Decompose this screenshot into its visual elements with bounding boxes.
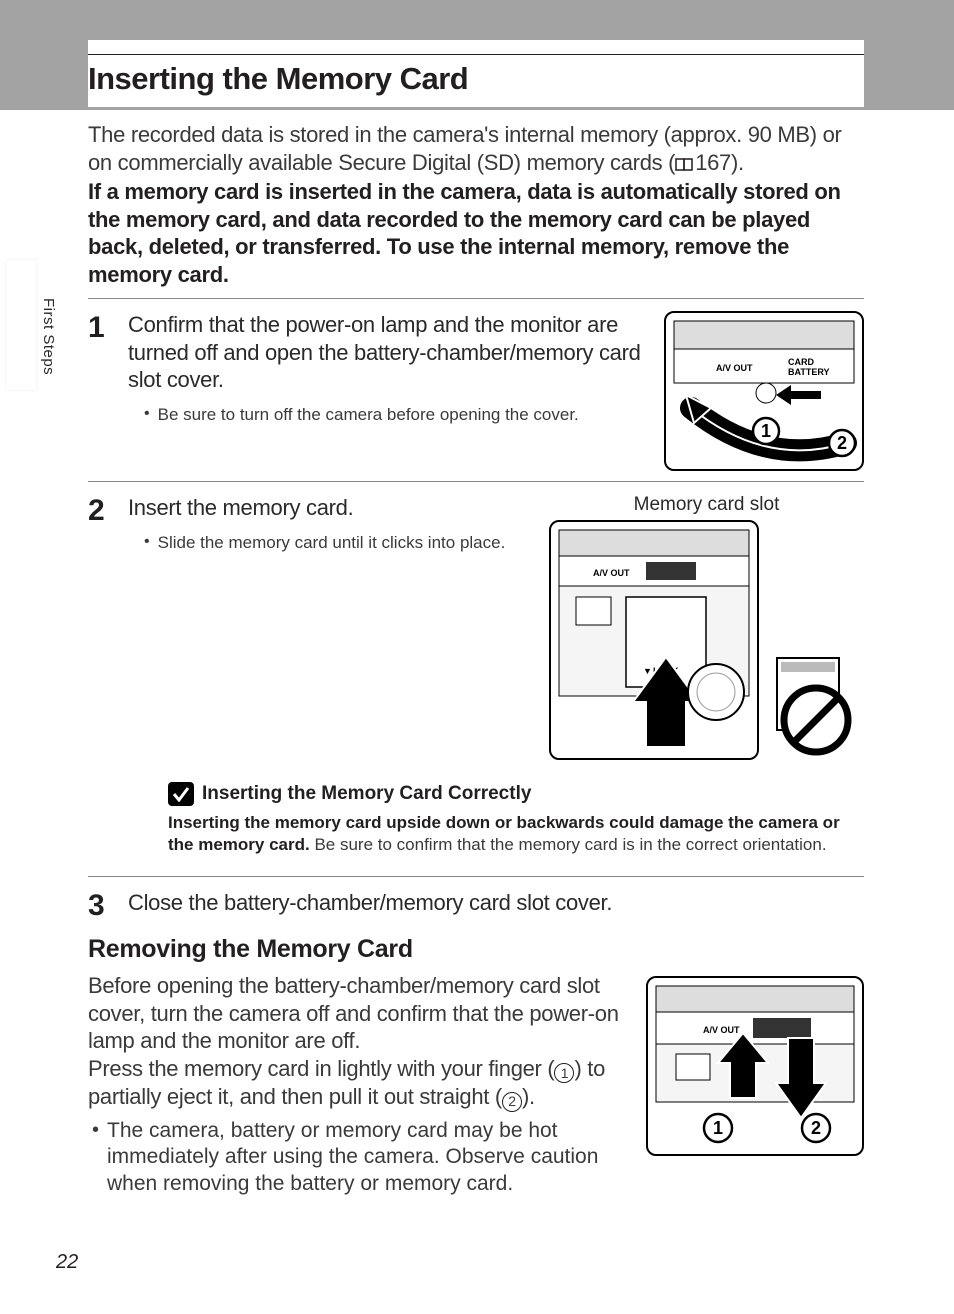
svg-text:2: 2 — [837, 433, 847, 453]
svg-text:2: 2 — [811, 1118, 821, 1138]
step-1: 1 Confirm that the power-on lamp and the… — [88, 311, 864, 471]
intro-paragraph: The recorded data is stored in the camer… — [88, 121, 864, 176]
illustration-remove-card: A/V OUT 1 2 — [646, 976, 864, 1156]
step-3-heading: Close the battery-chamber/memory card sl… — [128, 889, 864, 917]
section-title: Inserting the Memory Card — [88, 61, 488, 97]
removing-para-1: Before opening the battery-chamber/memor… — [88, 972, 626, 1055]
step-2: 2 Insert the memory card. Slide the memo… — [88, 494, 864, 866]
svg-text:1: 1 — [761, 421, 771, 441]
note-body: Inserting the memory card upside down or… — [168, 812, 864, 856]
note-block: Inserting the Memory Card Correctly Inse… — [168, 782, 864, 856]
svg-text:A/V OUT: A/V OUT — [703, 1025, 740, 1035]
step-2-bullet: Slide the memory card until it clicks in… — [144, 532, 533, 554]
illustration-wrong-orientation — [769, 650, 864, 760]
intro-bold: If a memory card is inserted in the came… — [88, 179, 841, 287]
step-1-heading: Confirm that the power-on lamp and the m… — [128, 311, 648, 394]
svg-text:A/V OUT: A/V OUT — [716, 363, 753, 373]
illustration-open-cover: A/V OUT CARD BATTERY 1 2 — [664, 311, 864, 471]
note-title-text: Inserting the Memory Card Correctly — [202, 783, 531, 805]
intro-ref: 167). — [695, 150, 744, 175]
removing-para-2: Press the memory card in lightly with yo… — [88, 1055, 626, 1113]
step-number: 3 — [88, 889, 112, 921]
step-number: 2 — [88, 494, 112, 866]
step-1-bullet: Be sure to turn off the camera before op… — [144, 404, 648, 426]
svg-text:CARD: CARD — [788, 357, 814, 367]
memory-card-slot-label: Memory card slot — [549, 494, 864, 516]
step-2-heading: Insert the memory card. — [128, 494, 533, 522]
removing-bullet: The camera, battery or memory card may b… — [92, 1118, 626, 1197]
svg-text:A/V OUT: A/V OUT — [593, 568, 630, 578]
svg-text:▼: ▼ — [643, 666, 652, 676]
illustration-insert-card: A/V OUT ▼ LOCK — [549, 520, 759, 760]
svg-text:1: 1 — [713, 1118, 723, 1138]
subsection-title: Removing the Memory Card — [88, 935, 864, 964]
book-icon — [675, 156, 695, 172]
step-number: 1 — [88, 311, 112, 471]
step-3: 3 Close the battery-chamber/memory card … — [88, 889, 864, 921]
caution-icon — [168, 782, 194, 806]
page-number: 22 — [56, 1251, 78, 1274]
svg-text:BATTERY: BATTERY — [788, 367, 830, 377]
